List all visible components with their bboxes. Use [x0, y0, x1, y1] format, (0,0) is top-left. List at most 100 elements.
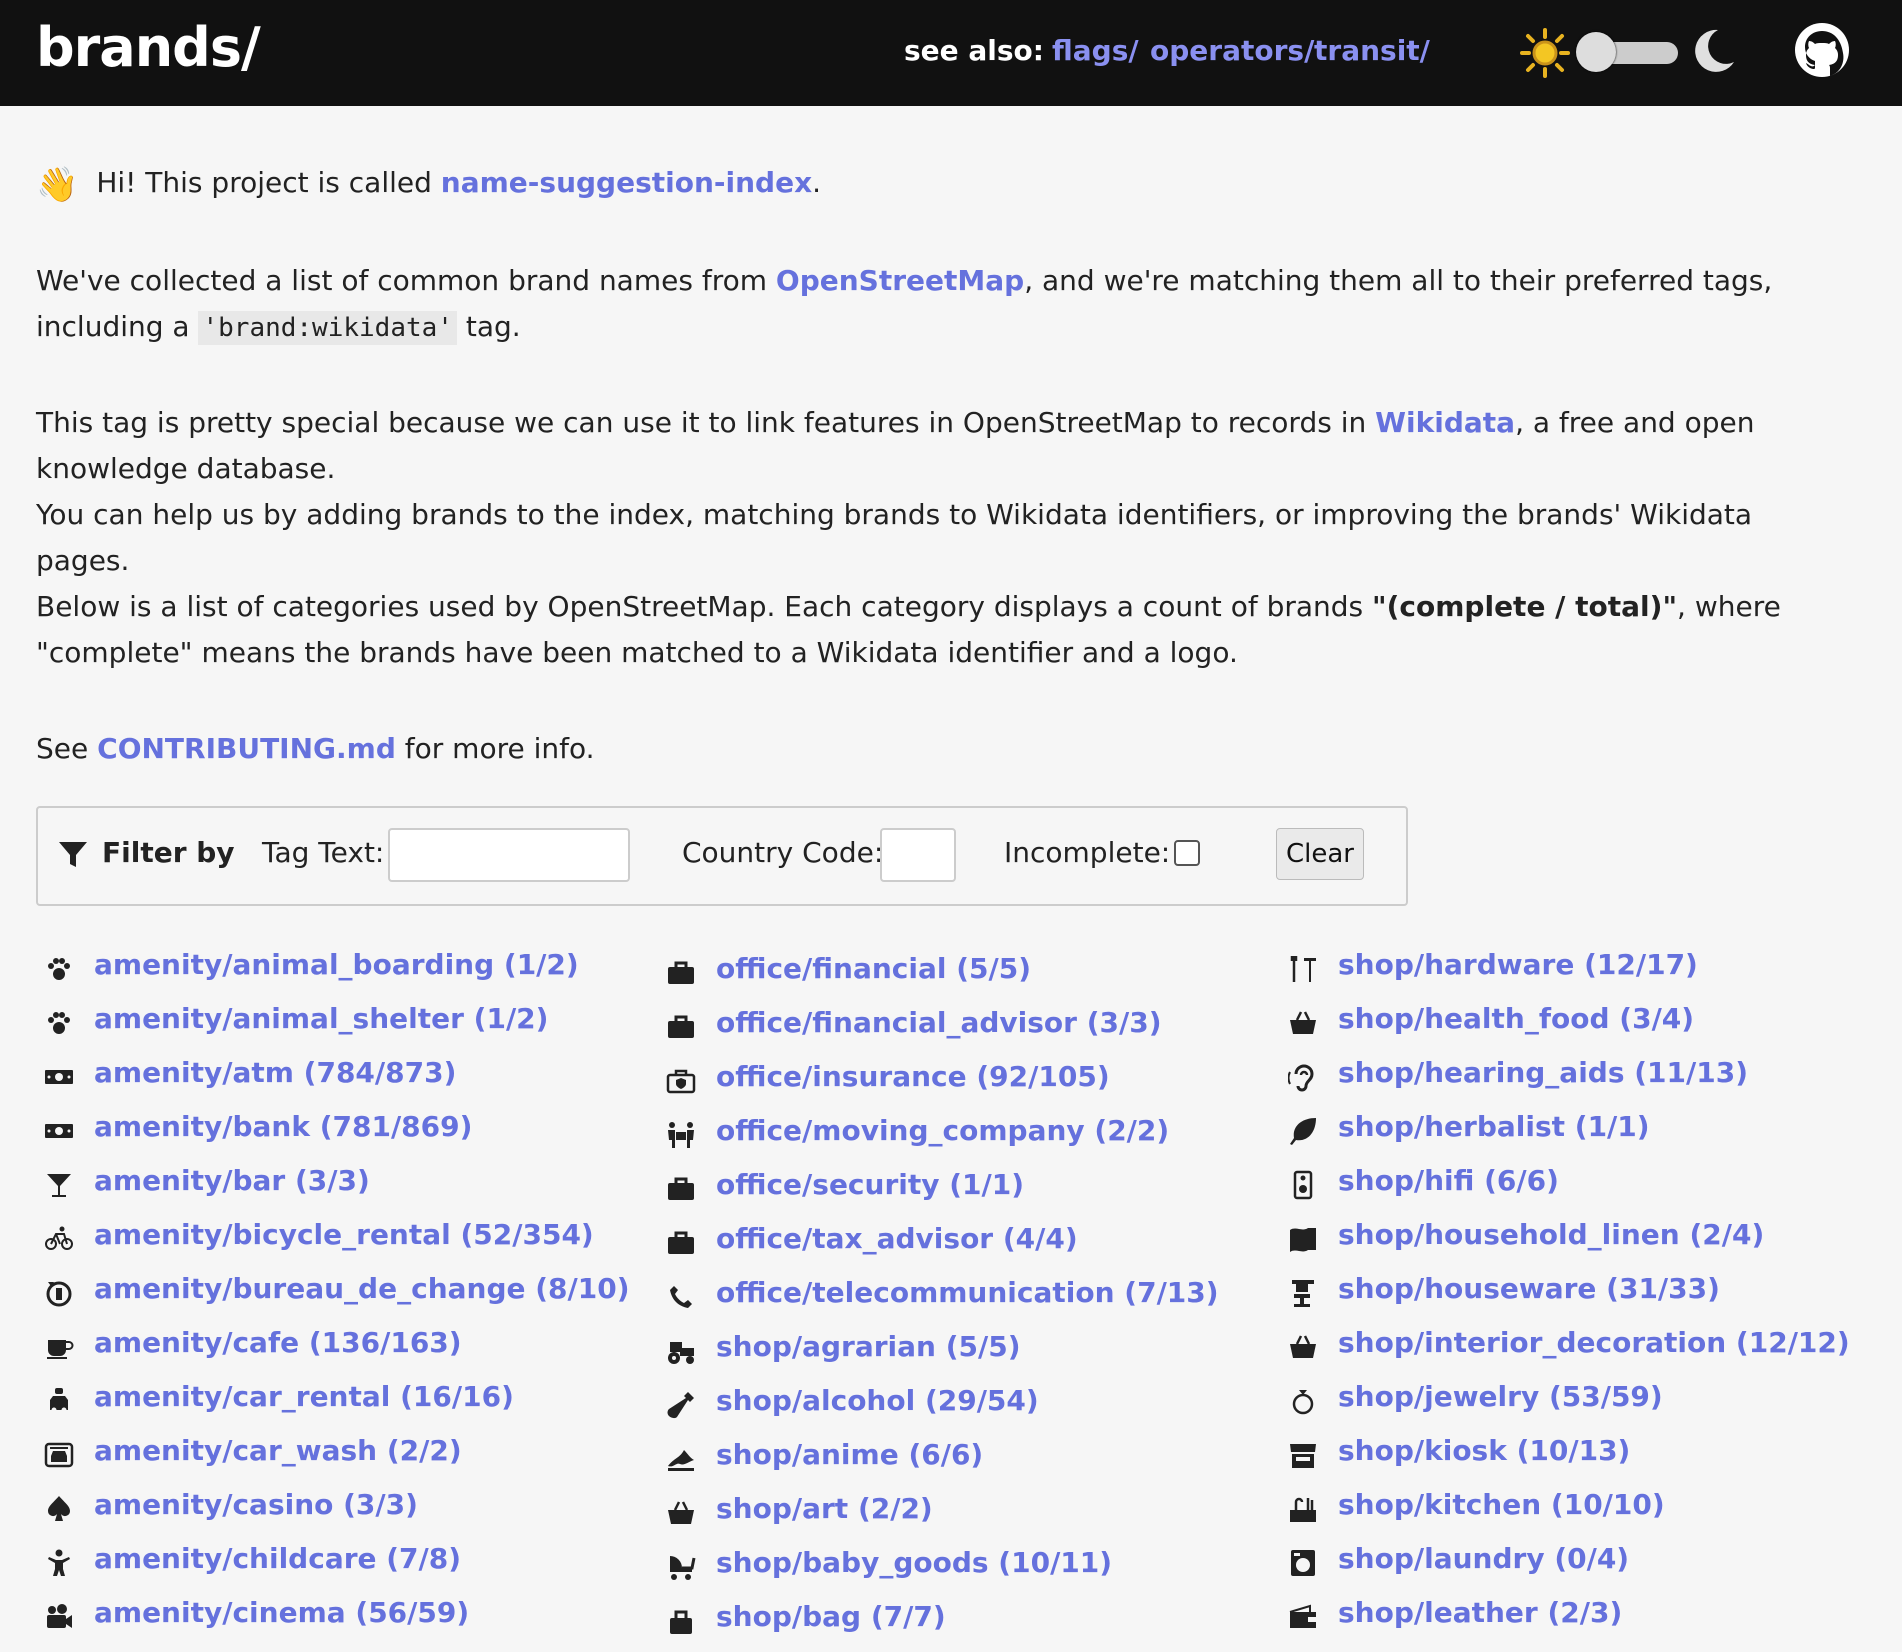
- country-code-label: Country Code:: [682, 836, 884, 869]
- tag-text-input[interactable]: [388, 828, 630, 882]
- coffee-icon: [47, 1340, 74, 1359]
- moon-icon: [1695, 29, 1734, 72]
- cocktail-icon: [47, 1174, 71, 1197]
- bag-icon: [670, 1610, 692, 1634]
- wave-icon: [668, 1450, 694, 1471]
- exchange-icon: [46, 1281, 72, 1307]
- phone-icon: [670, 1286, 692, 1308]
- category-link[interactable]: shop/houseware (31/33): [1338, 1272, 1720, 1305]
- paw-icon: [48, 958, 70, 980]
- category-link[interactable]: amenity/cinema (56/59): [94, 1596, 469, 1629]
- theme-toggle[interactable]: [1520, 26, 1740, 80]
- category-link[interactable]: shop/kiosk (10/13): [1338, 1434, 1630, 1467]
- incomplete-label: Incomplete:: [1004, 836, 1171, 869]
- category-link[interactable]: office/financial_advisor (3/3): [716, 1006, 1162, 1039]
- category-link[interactable]: shop/hifi (6/6): [1338, 1164, 1559, 1197]
- briefcase-icon: [668, 961, 694, 984]
- linen-icon: [1290, 1228, 1316, 1252]
- tools-icon: [1290, 956, 1316, 982]
- people-carry-icon: [668, 1122, 694, 1148]
- wine-bottle-icon: [667, 1392, 694, 1419]
- category-link[interactable]: shop/hearing_aids (11/13): [1338, 1056, 1748, 1089]
- paw-icon: [48, 1012, 70, 1034]
- category-link[interactable]: office/tax_advisor (4/4): [716, 1222, 1078, 1255]
- category-link[interactable]: shop/leather (2/3): [1338, 1596, 1622, 1629]
- category-link[interactable]: shop/interior_decoration (12/12): [1338, 1326, 1850, 1359]
- top-bar: brands/ see also: flags/ operators/ tran…: [0, 0, 1902, 106]
- category-link[interactable]: shop/anime (6/6): [716, 1438, 983, 1471]
- nav-link-transit[interactable]: transit/: [1314, 34, 1430, 67]
- kitchen-icon: [1290, 1497, 1316, 1522]
- clear-button[interactable]: Clear: [1276, 828, 1364, 880]
- openstreetmap-link[interactable]: OpenStreetMap: [776, 264, 1024, 297]
- filter-icon: [59, 842, 87, 867]
- category-link[interactable]: amenity/car_wash (2/2): [94, 1434, 462, 1467]
- category-link[interactable]: shop/alcohol (29/54): [716, 1384, 1039, 1417]
- wallet-icon: [1289, 1604, 1316, 1628]
- category-link[interactable]: amenity/atm (784/873): [94, 1056, 456, 1089]
- category-link[interactable]: shop/laundry (0/4): [1338, 1542, 1629, 1575]
- contributing-link[interactable]: CONTRIBUTING.md: [97, 732, 396, 765]
- category-link[interactable]: office/moving_company (2/2): [716, 1114, 1169, 1147]
- money-bill-icon: [45, 1070, 73, 1084]
- category-link[interactable]: office/insurance (92/105): [716, 1060, 1110, 1093]
- car-wash-icon: [44, 1442, 74, 1468]
- github-icon[interactable]: [1794, 22, 1850, 78]
- tractor-icon: [668, 1342, 694, 1364]
- stroller-icon: [670, 1556, 696, 1580]
- ear-icon: [1288, 1064, 1314, 1092]
- category-link[interactable]: amenity/cafe (136/163): [94, 1326, 462, 1359]
- toggle-knob[interactable]: [1576, 32, 1616, 72]
- wikidata-link[interactable]: Wikidata: [1375, 406, 1515, 439]
- speaker-icon: [1293, 1170, 1313, 1200]
- category-link[interactable]: amenity/childcare (7/8): [94, 1542, 461, 1575]
- tag-text-label: Tag Text:: [262, 836, 385, 869]
- category-link[interactable]: amenity/bicycle_rental (52/354): [94, 1218, 594, 1251]
- intro-paragraph-contributing: See CONTRIBUTING.md for more info.: [36, 732, 595, 765]
- category-link[interactable]: shop/jewelry (53/59): [1338, 1380, 1663, 1413]
- bicycle-icon: [45, 1226, 73, 1250]
- category-link[interactable]: shop/hardware (12/17): [1338, 948, 1698, 981]
- category-link[interactable]: shop/baby_goods (10/11): [716, 1546, 1112, 1579]
- category-link[interactable]: office/financial (5/5): [716, 952, 1031, 985]
- ring-icon: [1292, 1390, 1314, 1415]
- money-bill-icon: [45, 1124, 73, 1138]
- category-link[interactable]: shop/household_linen (2/4): [1338, 1218, 1764, 1251]
- intro-greeting: 👋 Hi! This project is called name-suggest…: [36, 165, 822, 205]
- category-link[interactable]: amenity/car_rental (16/16): [94, 1380, 514, 1413]
- category-link[interactable]: amenity/casino (3/3): [94, 1488, 418, 1521]
- nav-link-flags[interactable]: flags/: [1052, 34, 1139, 67]
- page-title: brands/: [36, 16, 261, 79]
- name-suggestion-index-link[interactable]: name-suggestion-index: [441, 166, 812, 199]
- category-link[interactable]: amenity/bank (781/869): [94, 1110, 472, 1143]
- car-key-icon: [50, 1388, 68, 1413]
- film-camera-icon: [47, 1604, 72, 1628]
- category-link[interactable]: shop/health_food (3/4): [1338, 1002, 1694, 1035]
- basket-icon: [668, 1501, 694, 1524]
- country-code-input[interactable]: [880, 828, 956, 882]
- filter-bar: Filter by Tag Text: Country Code: Incomp…: [36, 806, 1408, 906]
- category-link[interactable]: shop/kitchen (10/10): [1338, 1488, 1665, 1521]
- washing-machine-icon: [1291, 1550, 1315, 1576]
- category-link[interactable]: amenity/animal_boarding (1/2): [94, 948, 579, 981]
- incomplete-checkbox[interactable]: [1174, 840, 1200, 866]
- category-link[interactable]: shop/art (2/2): [716, 1492, 933, 1525]
- see-also-label: see also:: [904, 34, 1044, 67]
- blender-icon: [1292, 1280, 1314, 1307]
- intro-paragraph-categories: Below is a list of categories used by Op…: [36, 590, 1781, 669]
- intro-paragraph-collection: We've collected a list of common brand n…: [36, 264, 1773, 345]
- nav-link-operators[interactable]: operators/: [1150, 34, 1314, 67]
- category-link[interactable]: shop/agrarian (5/5): [716, 1330, 1021, 1363]
- basket-icon: [1290, 1335, 1316, 1358]
- category-link[interactable]: shop/herbalist (1/1): [1338, 1110, 1650, 1143]
- category-link[interactable]: shop/bag (7/7): [716, 1600, 946, 1633]
- spade-icon: [48, 1496, 70, 1521]
- category-link[interactable]: amenity/bureau_de_change (8/10): [94, 1272, 630, 1305]
- category-link[interactable]: amenity/animal_shelter (1/2): [94, 1002, 548, 1035]
- briefcase-icon: [668, 1231, 694, 1254]
- briefcase-icon: [668, 1177, 694, 1200]
- category-link[interactable]: office/security (1/1): [716, 1168, 1024, 1201]
- category-link[interactable]: amenity/bar (3/3): [94, 1164, 370, 1197]
- category-link[interactable]: office/telecommunication (7/13): [716, 1276, 1219, 1309]
- sun-icon: [1520, 28, 1570, 78]
